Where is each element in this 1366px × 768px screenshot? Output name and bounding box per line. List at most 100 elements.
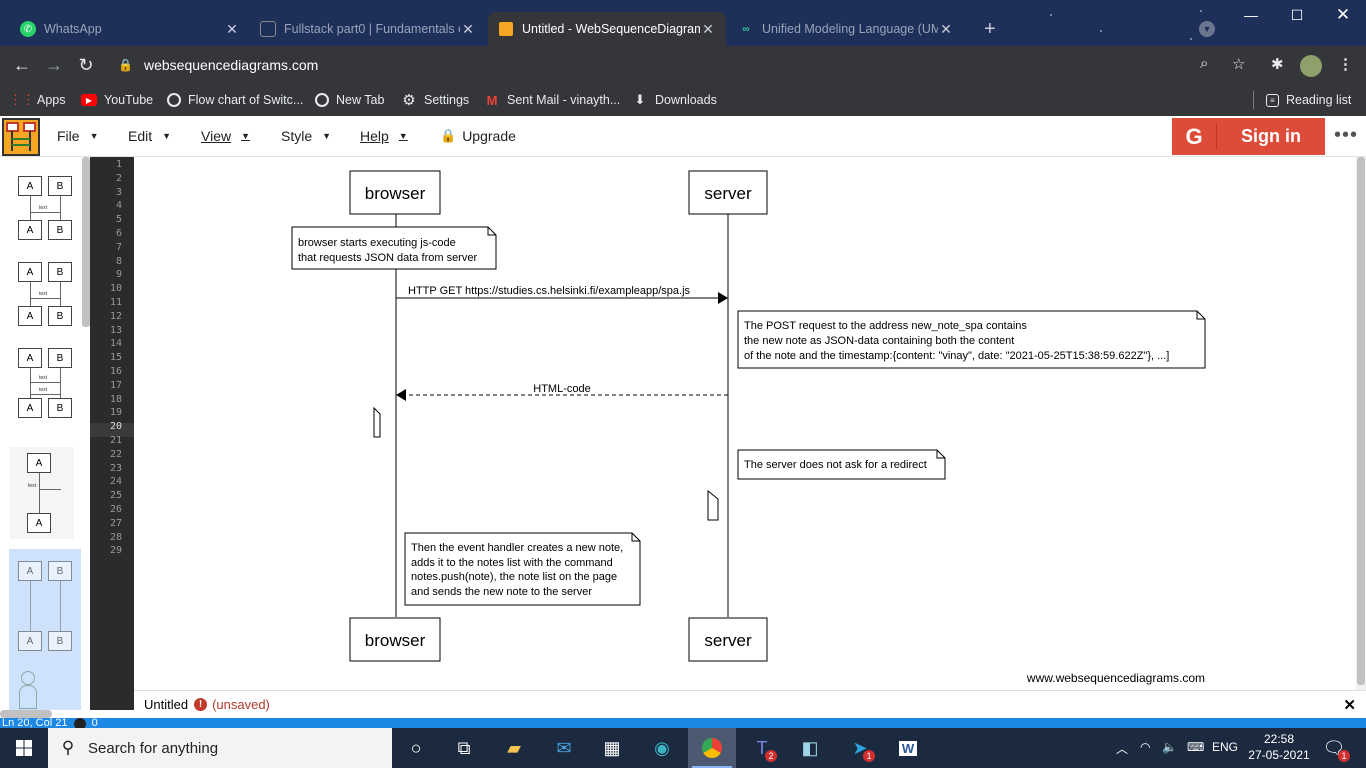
canvas-scrollbar[interactable] [1356,157,1366,710]
tab-websequencediagrams[interactable]: Untitled - WebSequenceDiagram ✕ [488,12,726,46]
template-box: B [48,176,72,196]
tab-title: Fullstack part0 | Fundamentals of [284,22,460,36]
close-window-button[interactable]: ✕ [1320,0,1366,30]
template-dashed-message[interactable]: A B text A B [10,258,74,330]
template-box: A [18,398,42,418]
maximize-button[interactable]: ☐ [1274,0,1320,30]
gmail-icon: M [486,92,498,108]
note-no-redirect[interactable]: The server does not ask for a redirect [737,449,946,480]
bookmark-downloads[interactable]: ⬇ Downloads [632,90,717,110]
line-number: 25 [109,490,122,502]
upgrade-button[interactable]: 🔒 Upgrade [440,128,516,144]
participant-browser-bottom[interactable]: browser [349,617,441,662]
participant-server-top[interactable]: server [688,170,768,215]
palette-scrollbar[interactable] [82,157,90,327]
scrollbar-thumb[interactable] [1357,157,1365,685]
chrome-icon[interactable] [688,728,736,768]
caret-down-icon: ▼ [162,131,172,141]
close-tab-icon[interactable]: ✕ [700,21,716,38]
template-request-response[interactable]: A B text text A B [10,344,74,422]
participant-server-bottom[interactable]: server [688,617,768,662]
profile-avatar[interactable] [1300,55,1322,77]
mail-icon[interactable]: ✉ [540,728,588,768]
new-tab-button[interactable]: + [974,12,1004,46]
file-explorer-icon[interactable]: ▰ [490,728,538,768]
tab-whatsapp[interactable]: ✆ WhatsApp ✕ [10,12,250,46]
template-self-message[interactable]: A text A [10,447,74,539]
extensions-icon[interactable]: ✱ [1271,55,1284,73]
palette-horizontal-scrollbar[interactable] [0,710,52,718]
back-button[interactable]: ← [10,53,34,77]
start-button[interactable] [0,728,48,768]
bookmark-flowchart[interactable]: Flow chart of Switc... [167,90,303,110]
clock[interactable]: 22:58 27-05-2021 [1248,731,1310,763]
menu-view[interactable]: View ▼ [201,128,250,144]
taskbar-search[interactable]: ⚲ Search for anything [48,728,392,768]
bookmark-apps[interactable]: ⋮⋮ Apps [9,90,66,110]
notification-count: 1 [1338,750,1350,762]
note-event-handler[interactable]: Then the event handler creates a new not… [404,532,641,606]
empty-note[interactable] [707,489,719,521]
message-html-code[interactable]: HTML-code [396,383,728,401]
tab-uml[interactable]: ∞ Unified Modeling Language (UM ✕ [728,12,964,46]
close-document-icon[interactable]: ✕ [1343,696,1356,714]
task-view-icon[interactable]: ⧉ [440,728,488,768]
forward-button[interactable]: → [42,53,66,77]
note-browser-executes-js[interactable]: browser starts executing js-code that re… [291,226,497,270]
bookmark-sent-mail[interactable]: M Sent Mail - vinayth... [484,90,621,110]
close-tab-icon[interactable]: ✕ [938,21,954,38]
menu-help[interactable]: Help ▼ [360,128,408,144]
show-hidden-icons[interactable]: ︿ [1116,740,1128,757]
globe-icon [167,93,181,107]
menu-edit[interactable]: Edit ▼ [128,128,171,144]
word-icon[interactable]: W [884,728,932,768]
minimize-button[interactable]: — [1228,0,1274,30]
line-number: 15 [109,352,122,364]
diagram-canvas[interactable]: browser server browser starts executing … [134,157,1356,690]
document-name[interactable]: Untitled [144,697,188,712]
note-post-request[interactable]: The POST request to the address new_note… [737,310,1206,369]
template-delayed-message[interactable]: A B A B [9,549,81,710]
bookmark-star-icon[interactable]: ☆ [1232,55,1245,73]
edge-icon[interactable]: ◉ [638,728,686,768]
bookmark-new-tab[interactable]: New Tab [315,90,384,110]
browser-menu-icon[interactable]: ⋮ [1338,55,1353,73]
reading-list-icon: ≡ [1266,93,1279,107]
websequencediagrams-logo[interactable] [2,118,40,156]
store-icon[interactable]: ▦ [588,728,636,768]
telegram-icon[interactable]: ➤ 1 [836,728,884,768]
app-icon[interactable]: ◧ [786,728,834,768]
template-simple-message[interactable]: A B text A B [10,172,74,244]
tab-search-icon[interactable]: ▼ [1199,21,1215,37]
menu-style[interactable]: Style ▼ [281,128,331,144]
wifi-icon[interactable]: ◠ [1140,740,1150,754]
teams-icon[interactable]: T2 [738,728,786,768]
reload-button[interactable]: ↻ [74,53,98,77]
template-text: text [28,483,37,489]
code-editor[interactable]: 1 2 3 4 5 6 7 8 9 10 11 12 13 14 15 16 17 18 19 20 21 22 23 24 2… [90,157,134,710]
telegram-badge: 1 [863,750,875,762]
bookmark-settings[interactable]: ⚙ Settings [401,90,469,110]
volume-icon[interactable]: 🔈 [1162,740,1177,754]
google-sign-in-button[interactable]: G Sign in [1172,118,1325,155]
participant-browser-top[interactable]: browser [349,170,441,215]
reading-list-button[interactable]: ≡ Reading list [1266,90,1351,110]
line-number: 3 [115,186,122,198]
more-options-icon[interactable]: ••• [1334,124,1358,147]
bookmark-youtube[interactable]: ▶ YouTube [81,90,153,110]
template-box: B [48,306,72,326]
address-bar[interactable]: 🔒 websequencediagrams.com [110,51,1260,79]
close-tab-icon[interactable]: ✕ [460,21,476,38]
menu-file[interactable]: File ▼ [57,128,98,144]
cortana-icon[interactable]: ○ [392,728,440,768]
websequencediagrams-icon [498,21,514,37]
zoom-icon[interactable]: ⌕ [1200,55,1208,72]
tab-fullstack[interactable]: Fullstack part0 | Fundamentals of ✕ [250,12,486,46]
language-indicator[interactable]: ENG [1212,740,1238,754]
empty-note[interactable] [373,406,381,438]
close-tab-icon[interactable]: ✕ [224,21,240,38]
line-number: 24 [109,476,122,488]
message-http-get-spa-js[interactable]: HTTP GET https://studies.cs.helsinki.fi/… [396,285,728,304]
notifications-icon[interactable]: 🗨 1 [1314,728,1354,768]
keyboard-icon[interactable]: ⌨ [1187,740,1204,754]
